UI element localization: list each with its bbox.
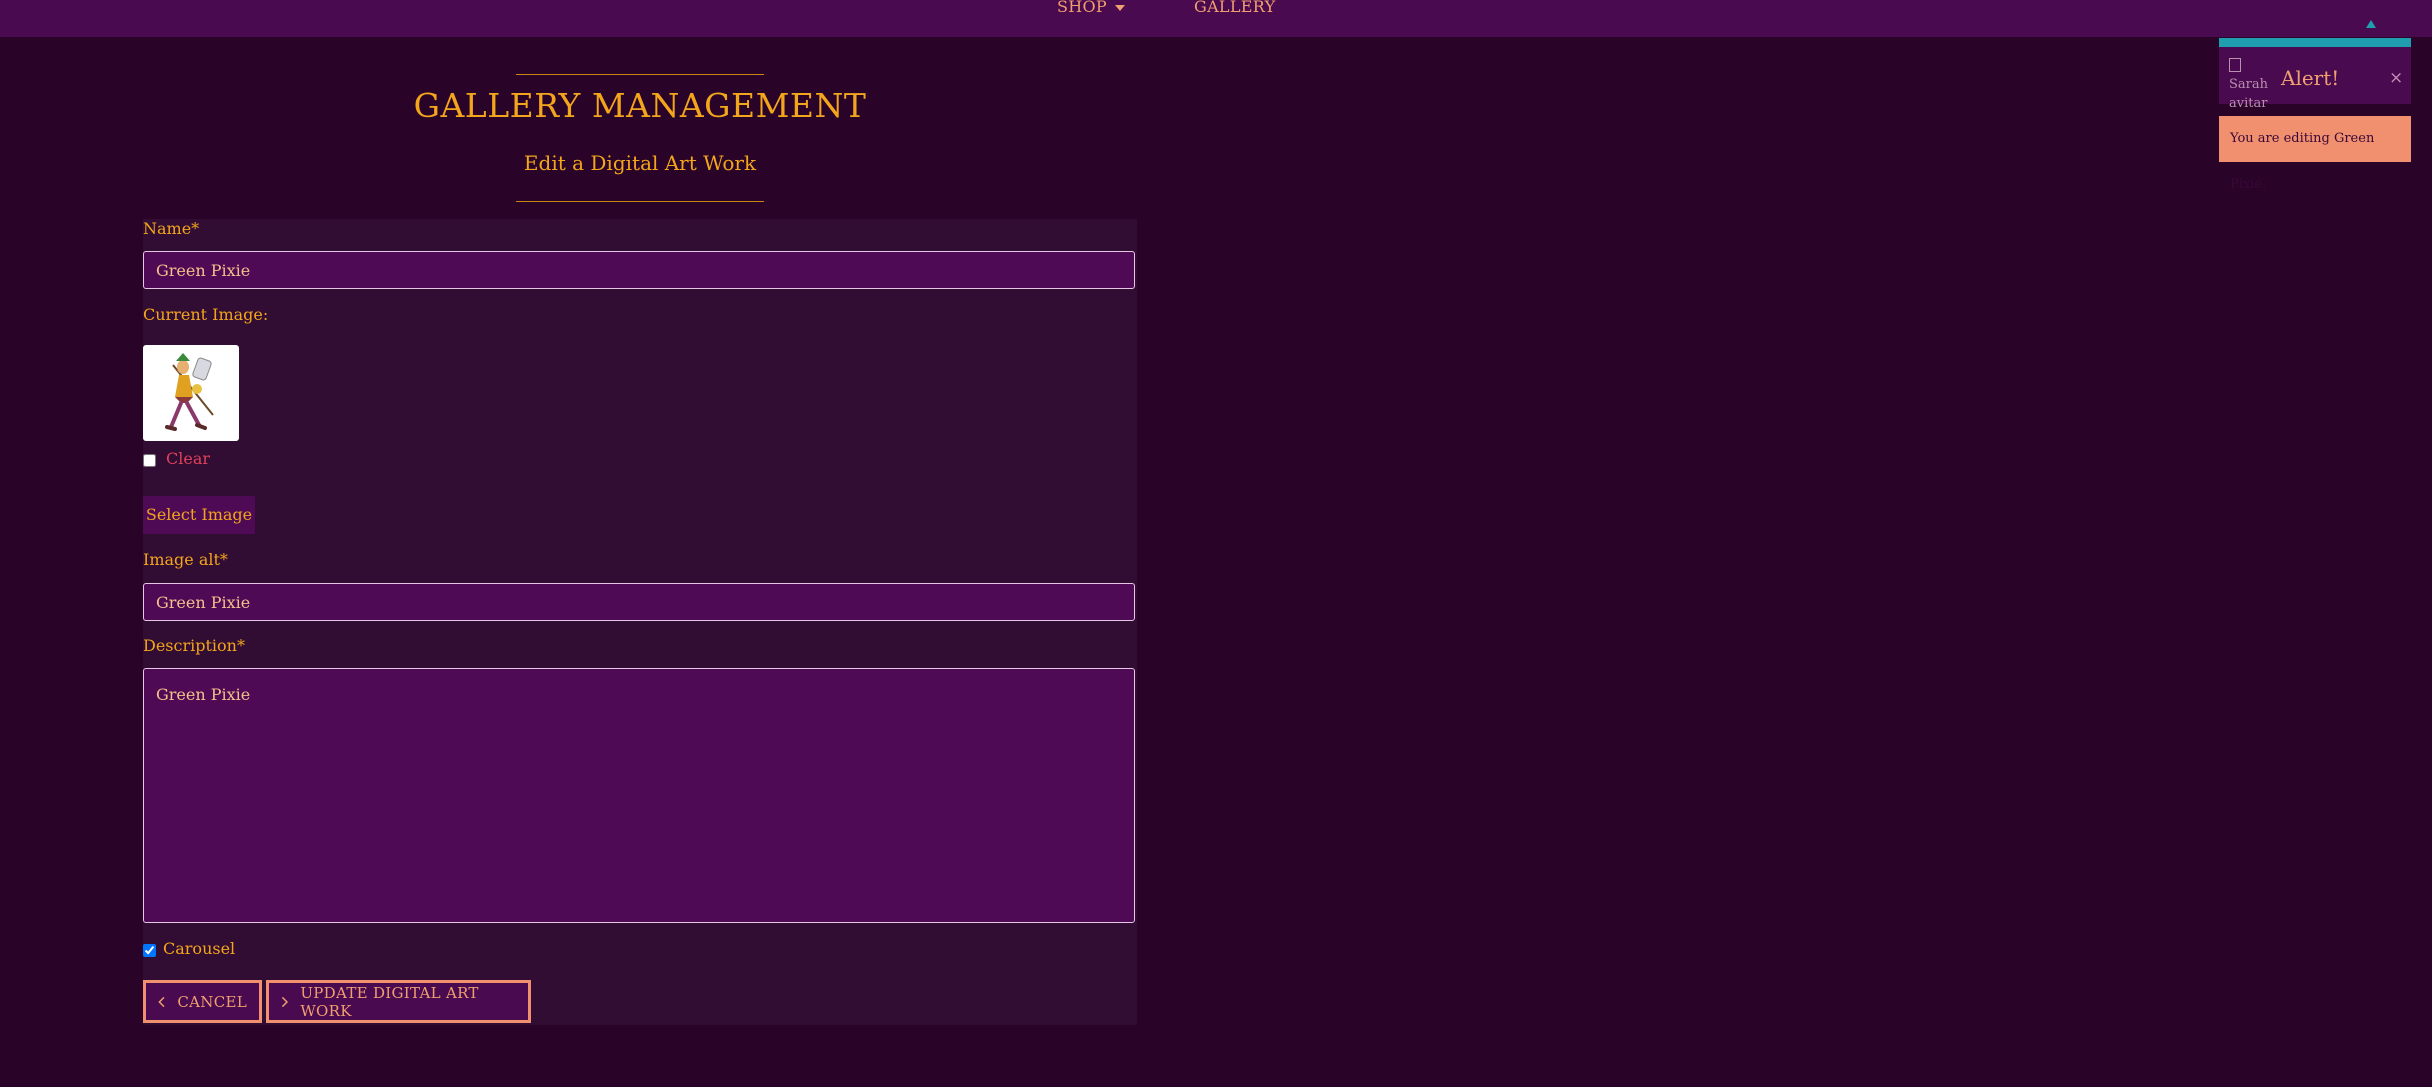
cancel-button[interactable]: CANCEL	[143, 980, 262, 1023]
caret-down-icon	[1115, 4, 1125, 11]
select-image-button[interactable]: Select Image	[143, 496, 255, 534]
clear-image-label[interactable]: Clear	[166, 449, 210, 468]
image-alt-label: Image alt*	[143, 550, 228, 569]
cancel-label: CANCEL	[177, 992, 247, 1011]
page-title: GALLERY MANAGEMENT	[413, 86, 867, 125]
alert-toast: Sarah avitar Alert! × You are editing Gr…	[2219, 20, 2411, 192]
toast-message: You are editing Green Pixie.	[2219, 116, 2411, 192]
carousel-label[interactable]: Carousel	[163, 939, 235, 958]
name-input[interactable]	[143, 251, 1135, 289]
green-pixie-image	[165, 353, 214, 431]
nav-gallery-link[interactable]: GALLERY	[1194, 0, 1275, 15]
description-textarea[interactable]: Green Pixie	[143, 668, 1135, 923]
carousel-checkbox[interactable]	[143, 944, 156, 957]
title-divider-bottom	[516, 201, 764, 202]
avatar-alt-text: Sarah avitar	[2229, 77, 2268, 111]
toast-pointer	[2366, 20, 2376, 28]
chevron-right-icon	[281, 996, 289, 1007]
chevron-left-icon	[158, 996, 165, 1007]
nav-gallery-label: GALLERY	[1194, 0, 1276, 16]
image-alt-input[interactable]	[143, 583, 1135, 621]
update-art-button[interactable]: UPDATE DIGITAL ART WORK	[266, 980, 531, 1023]
toast-accent-bar	[2219, 38, 2411, 47]
toast-title: Alert!	[2281, 66, 2340, 90]
close-icon[interactable]: ×	[2389, 68, 2403, 88]
current-image-thumbnail	[143, 345, 239, 441]
clear-image-checkbox[interactable]	[143, 454, 156, 467]
name-label: Name*	[143, 219, 200, 238]
description-label: Description*	[143, 636, 245, 655]
nav-shop-dropdown[interactable]: SHOP	[1057, 0, 1125, 15]
avatar: Sarah avitar	[2229, 56, 2275, 113]
broken-image-icon	[2229, 58, 2241, 72]
page-subtitle: Edit a Digital Art Work	[523, 151, 757, 175]
current-image-label: Current Image:	[143, 305, 269, 324]
top-navbar: SHOP GALLERY	[0, 0, 2432, 37]
title-divider-top	[516, 74, 764, 75]
update-label: UPDATE DIGITAL ART WORK	[300, 983, 479, 1020]
nav-shop-label: SHOP	[1057, 0, 1107, 16]
